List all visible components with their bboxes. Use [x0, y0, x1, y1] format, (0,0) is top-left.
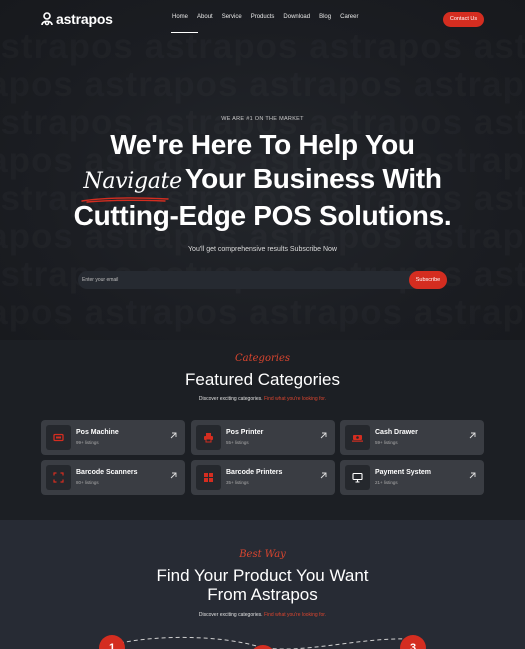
categories-script-label: Categories — [235, 353, 290, 364]
email-input[interactable] — [82, 273, 402, 287]
category-card-pos-machine[interactable]: Pos Machine 99+ listings — [41, 420, 185, 455]
arrow-up-right-icon — [170, 432, 177, 439]
subscribe-button[interactable]: Subscribe — [409, 271, 447, 289]
best-way-script-label: Best Way — [239, 549, 286, 560]
nav-item-home[interactable]: Home — [170, 14, 199, 33]
categories-title: Featured Categories — [185, 370, 340, 389]
scanner-icon — [53, 472, 64, 483]
arrow-up-right-icon — [320, 472, 327, 479]
logo-icon — [41, 12, 53, 26]
printer-icon — [204, 433, 213, 443]
headline-line-3: Cutting-Edge POS Solutions. — [73, 200, 452, 231]
monitor-icon — [352, 472, 363, 483]
best-way-title-line-1: Find Your Product You Want — [156, 566, 369, 585]
subscribe-form: Subscribe — [78, 271, 447, 289]
arrow-up-right-icon — [320, 432, 327, 439]
category-card-barcode-printers[interactable]: Barcode Printers 35+ listings — [191, 460, 335, 495]
best-way-section: Best Way Find Your Product You Want From… — [0, 520, 525, 649]
arrow-up-right-icon — [170, 472, 177, 479]
hero-section: astrapos astrapos astrapos astrapos astr… — [0, 0, 525, 340]
barcode-printer-icon — [204, 473, 213, 482]
best-way-desc: Discover exciting categories. Find what … — [198, 612, 327, 618]
category-count: 59+ listings — [375, 440, 398, 445]
category-name: Barcode Printers — [226, 469, 283, 476]
category-name: Barcode Scanners — [76, 469, 138, 476]
category-card-pos-printer[interactable]: Pos Printer 55+ listings — [191, 420, 335, 455]
nav-item-products[interactable]: Products — [251, 14, 275, 20]
contact-us-button[interactable]: Contact Us — [443, 12, 484, 27]
nav-item-blog[interactable]: Blog — [319, 14, 331, 20]
category-card-barcode-scanners[interactable]: Barcode Scanners 80+ listings — [41, 460, 185, 495]
category-count: 80+ listings — [76, 480, 99, 485]
nav-item-career[interactable]: Career — [340, 14, 358, 20]
nav-menu: Home About Service Products Download Blo… — [170, 14, 367, 33]
category-count: 99+ listings — [76, 440, 99, 445]
category-count: 35+ listings — [226, 480, 249, 485]
pos-machine-icon — [53, 433, 64, 442]
category-name: Cash Drawer — [375, 429, 418, 436]
headline-line-1: We're Here To Help You — [110, 129, 415, 160]
category-card-payment-system[interactable]: Payment System 21+ listings — [340, 460, 484, 495]
top-navigation: astrapos Home About Service Products Dow… — [0, 0, 525, 38]
brand-name: astrapos — [56, 11, 113, 27]
scribble-underline-icon — [81, 197, 170, 203]
categories-section: Categories Featured Categories Discover … — [0, 340, 525, 520]
category-count: 55+ listings — [226, 440, 249, 445]
hero-headline: We're Here To Help You Navigate Your Busi… — [0, 128, 525, 233]
categories-desc: Discover exciting categories. Find what … — [198, 396, 327, 402]
category-name: Pos Printer — [226, 429, 264, 436]
category-card-cash-drawer[interactable]: Cash Drawer 59+ listings — [340, 420, 484, 455]
best-way-title-line-2: From Astrapos — [207, 585, 318, 604]
brand-logo[interactable]: astrapos — [41, 11, 113, 27]
nav-item-download[interactable]: Download — [283, 14, 310, 20]
cash-drawer-icon — [352, 435, 363, 442]
hero-eyebrow: WE ARE #1 ON THE MARKET — [221, 116, 304, 122]
category-name: Payment System — [375, 469, 432, 476]
arrow-up-right-icon — [469, 472, 476, 479]
category-name: Pos Machine — [76, 429, 119, 436]
category-count: 21+ listings — [375, 480, 398, 485]
nav-item-service[interactable]: Service — [222, 14, 242, 20]
headline-script-word: Navigate — [81, 165, 182, 203]
arrow-up-right-icon — [469, 432, 476, 439]
nav-item-about[interactable]: About — [197, 14, 213, 20]
hero-subtext: You'll get comprehensive results Subscri… — [188, 246, 337, 253]
headline-line-2: Navigate Your Business With — [0, 162, 525, 203]
